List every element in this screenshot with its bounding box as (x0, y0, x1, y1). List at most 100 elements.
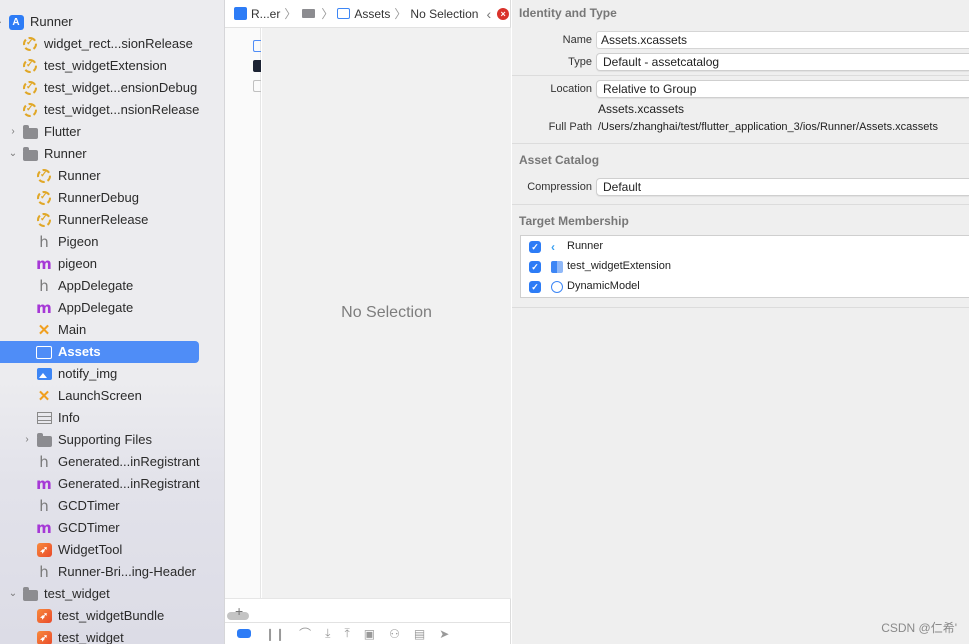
navigator-item[interactable]: h Pigeon (0, 231, 224, 253)
divider (512, 204, 969, 205)
navigator-item-label: Generated...inRegistrant (58, 476, 200, 491)
navigator-item[interactable]: test_widget...ensionDebug (0, 77, 224, 99)
navigator-item-label: test_widget (58, 630, 124, 644)
navigator-item[interactable]: ➶ test_widgetBundle (0, 605, 224, 627)
folder-icon (22, 146, 38, 162)
navigator-item-label: Supporting Files (58, 432, 152, 447)
objc-m-icon: m (36, 519, 52, 537)
navigator-item[interactable]: m Generated...inRegistrant (0, 473, 224, 495)
view-hierarchy-icon[interactable]: ▣ (364, 627, 375, 641)
folder-icon (22, 586, 38, 602)
navigator-item[interactable]: RunnerDebug (0, 187, 224, 209)
navigator-item[interactable]: ✕ Main (0, 319, 224, 341)
navigator-item[interactable]: Assets (0, 341, 224, 363)
add-button[interactable]: + (235, 603, 243, 619)
fullpath-label: Full Path (548, 121, 592, 133)
pause-icon[interactable]: ❙❙ (265, 627, 285, 641)
section-title-target-membership: Target Membership (519, 214, 629, 228)
navigator-item[interactable]: h AppDelegate (0, 275, 224, 297)
navigator-item[interactable]: ⌄A Runner (0, 11, 224, 33)
flutter-icon: ‹ (551, 240, 555, 254)
back-arrow-icon[interactable]: ‹ (486, 6, 491, 22)
outline-item[interactable] (253, 60, 261, 72)
breakpoints-toggle-icon[interactable] (237, 629, 251, 638)
checkbox-checked[interactable]: ✓ (529, 281, 541, 293)
chevron-down-icon[interactable]: ⌄ (8, 143, 18, 165)
framework-icon (551, 281, 563, 293)
storyboard-icon: ✕ (37, 322, 51, 339)
navigator-item[interactable]: m pigeon (0, 253, 224, 275)
navigator-item[interactable]: › Supporting Files (0, 429, 224, 451)
step-over-icon[interactable]: ⌒ (299, 625, 311, 642)
navigator-item[interactable]: RunnerRelease (0, 209, 224, 231)
debug-bar: ❙❙ ⌒ ⤓ ⤒ ▣ ⚇ ▤ ➤ (225, 622, 511, 644)
jumpbar-selection[interactable]: No Selection (410, 7, 478, 21)
target-row-dynamic-model[interactable]: ✓ DynamicModel (521, 277, 969, 297)
navigator-item[interactable]: h Generated...inRegistrant (0, 451, 224, 473)
navigator-item[interactable]: h GCDTimer (0, 495, 224, 517)
jumpbar-assets[interactable]: Assets (354, 7, 390, 21)
navigator-item-label: Generated...inRegistrant (58, 454, 200, 469)
navigator-item-label: Runner (30, 14, 73, 29)
memory-graph-icon[interactable]: ⚇ (389, 627, 400, 641)
navigator-item[interactable]: notify_img (0, 363, 224, 385)
swift-icon: ➶ (36, 608, 52, 624)
config-icon (22, 80, 38, 96)
header-h-icon: h (39, 563, 49, 581)
config-icon (22, 36, 38, 52)
navigator-item[interactable]: test_widget...nsionRelease (0, 99, 224, 121)
type-popup[interactable]: Default - assetcatalog (596, 53, 969, 71)
asset-outline (225, 28, 261, 620)
target-row-runner[interactable]: ✓ ‹ Runner (521, 237, 969, 257)
divider (512, 75, 969, 76)
outline-item[interactable] (253, 40, 261, 52)
navigator-item-label: Flutter (44, 124, 81, 139)
target-label: DynamicModel (567, 280, 640, 292)
checkbox-checked[interactable]: ✓ (529, 261, 541, 273)
target-row-widget-extension[interactable]: ✓ test_widgetExtension (521, 257, 969, 277)
objc-m-icon: m (36, 475, 52, 493)
folder-icon[interactable] (302, 9, 316, 18)
navigator-item[interactable]: ⌄ test_widget (0, 583, 224, 605)
compression-popup[interactable]: Default (596, 178, 969, 196)
section-title-identity: Identity and Type (519, 6, 617, 20)
config-icon (22, 58, 38, 74)
chevron-down-icon[interactable]: ⌄ (0, 11, 4, 33)
objc-m-icon: m (36, 255, 52, 273)
checkbox-checked[interactable]: ✓ (529, 241, 541, 253)
navigator-item[interactable]: ➶ test_widget (0, 627, 224, 644)
step-into-icon[interactable]: ⤓ (325, 626, 330, 641)
location-icon[interactable]: ➤ (439, 627, 449, 641)
navigator-item[interactable]: m GCDTimer (0, 517, 224, 539)
folder-icon (22, 124, 38, 140)
chevron-down-icon[interactable]: ⌄ (8, 583, 18, 605)
navigator-item[interactable]: h Runner-Bri...ing-Header (0, 561, 224, 583)
location-popup[interactable]: Relative to Group (596, 80, 969, 98)
name-field[interactable]: Assets.xcassets (596, 31, 969, 49)
navigator-item-label: Info (58, 410, 80, 425)
chevron-right-icon[interactable]: › (22, 429, 32, 451)
navigator-item[interactable]: Runner (0, 165, 224, 187)
navigator-item[interactable]: widget_rect...sionRelease (0, 33, 224, 55)
header-h-icon: h (39, 277, 49, 295)
environment-icon[interactable]: ▤ (414, 627, 425, 641)
navigator-item[interactable]: m AppDelegate (0, 297, 224, 319)
navigator-item-label: test_widgetExtension (44, 58, 167, 73)
step-out-icon[interactable]: ⤒ (344, 626, 349, 641)
navigator-item-label: pigeon (58, 256, 98, 271)
navigator-item[interactable]: › Flutter (0, 121, 224, 143)
jumpbar-project[interactable]: R...er (251, 7, 280, 21)
navigator-item[interactable]: ⌄ Runner (0, 143, 224, 165)
no-selection-placeholder: No Selection (262, 28, 511, 598)
objc-m-icon: m (36, 299, 52, 317)
chevron-right-icon[interactable]: › (8, 121, 18, 143)
outline-item[interactable] (253, 80, 261, 92)
error-icon[interactable]: × (497, 7, 510, 20)
navigator-item[interactable]: ✕ LaunchScreen (0, 385, 224, 407)
location-filename: Assets.xcassets (598, 102, 685, 116)
navigator-item[interactable]: ➶ WidgetTool (0, 539, 224, 561)
navigator-item[interactable]: Info (0, 407, 224, 429)
navigator-item-label: Pigeon (58, 234, 99, 249)
navigator-item[interactable]: test_widgetExtension (0, 55, 224, 77)
storyboard-icon: ✕ (37, 388, 51, 405)
